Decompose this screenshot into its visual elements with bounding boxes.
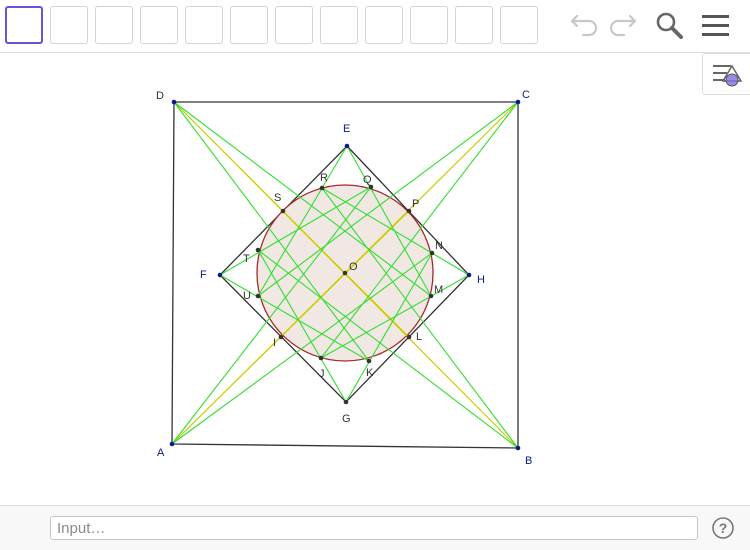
stylebar-toggle-icon: [713, 64, 743, 87]
label-e: E: [343, 123, 350, 135]
redo-icon[interactable]: [604, 8, 640, 44]
point-d: [171, 99, 177, 105]
tool-slot-12[interactable]: [500, 6, 538, 44]
point-p: [406, 208, 412, 214]
label-k: K: [366, 367, 374, 379]
label-p: P: [412, 198, 419, 210]
tool-slot-9[interactable]: [365, 6, 403, 44]
point-b: [515, 445, 521, 451]
point-g: [343, 399, 349, 405]
point-k: [366, 358, 372, 364]
input-field[interactable]: [50, 516, 698, 540]
undo-icon[interactable]: [567, 8, 603, 44]
toolbar: [0, 0, 750, 53]
point-u: [255, 293, 261, 299]
input-bar: ?: [0, 505, 750, 550]
label-g: G: [342, 413, 351, 425]
help-icon[interactable]: ?: [711, 516, 735, 540]
point-j: [318, 355, 324, 361]
search-icon[interactable]: [651, 8, 687, 44]
point-r: [319, 185, 325, 191]
tool-slot-2[interactable]: [50, 6, 88, 44]
label-b: B: [525, 455, 532, 467]
point-l: [406, 334, 412, 340]
svg-text:?: ?: [719, 520, 728, 536]
point-o: [342, 270, 348, 276]
point-a: [169, 441, 175, 447]
label-c: C: [522, 89, 530, 101]
label-s: S: [274, 192, 281, 204]
label-m: M: [434, 284, 443, 296]
point-t: [255, 247, 261, 253]
label-n: N: [435, 240, 443, 252]
tool-slot-11[interactable]: [455, 6, 493, 44]
graphics-view[interactable]: A B C D E F G H O I J K L M N P Q R S T: [0, 53, 750, 505]
label-u: U: [243, 290, 251, 302]
tool-slot-8[interactable]: [320, 6, 358, 44]
menu-icon[interactable]: [698, 8, 734, 44]
geogebra-app: A B C D E F G H O I J K L M N P Q R S T: [0, 0, 750, 550]
tool-slot-6[interactable]: [230, 6, 268, 44]
label-i: I: [273, 337, 276, 349]
tool-slot-1[interactable]: [5, 6, 43, 44]
point-f: [217, 272, 223, 278]
point-m: [428, 293, 434, 299]
point-n: [429, 250, 435, 256]
label-t: T: [243, 253, 250, 265]
label-j: J: [319, 368, 325, 380]
point-s: [280, 208, 286, 214]
point-c: [515, 99, 521, 105]
tool-slot-4[interactable]: [140, 6, 178, 44]
tool-slot-5[interactable]: [185, 6, 223, 44]
tool-slot-3[interactable]: [95, 6, 133, 44]
label-l: L: [416, 331, 422, 343]
label-h: H: [477, 274, 485, 286]
point-h: [466, 272, 472, 278]
tool-slot-7[interactable]: [275, 6, 313, 44]
tool-slot-10[interactable]: [410, 6, 448, 44]
label-d: D: [156, 90, 164, 102]
geometry-construction[interactable]: A B C D E F G H O I J K L M N P Q R S T: [0, 53, 750, 505]
point-i: [278, 334, 284, 340]
stylebar-toggle-button[interactable]: [702, 53, 750, 95]
label-a: A: [157, 447, 165, 459]
label-f: F: [200, 269, 207, 281]
label-o: O: [349, 261, 358, 273]
point-e: [344, 143, 350, 149]
label-q: Q: [363, 174, 372, 186]
label-r: R: [320, 172, 328, 184]
